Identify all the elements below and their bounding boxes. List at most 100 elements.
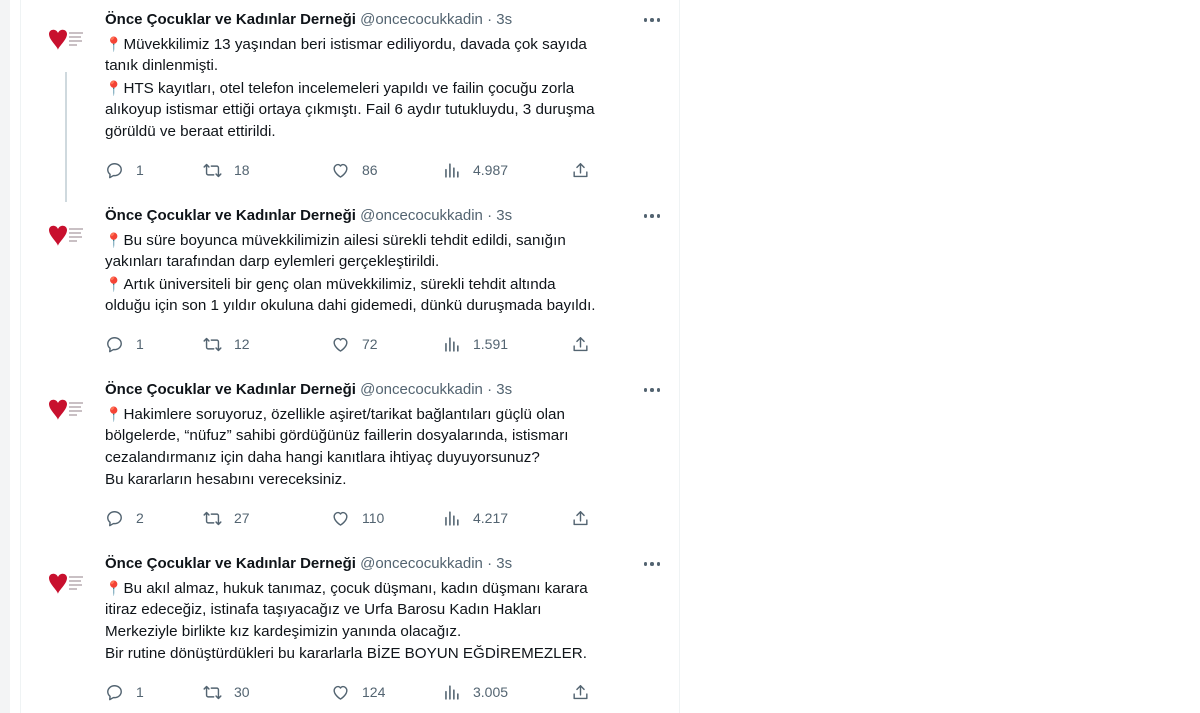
reply-button[interactable]: 1 (105, 334, 144, 354)
line-text: olduğu için son 1 yıldır okuluna dahi gi… (105, 297, 596, 314)
line-text: Bir rutine dönüştürdükleri bu kararlarla… (105, 645, 587, 662)
separator: · (487, 381, 493, 398)
author-name[interactable]: Önce Çocuklar ve Kadınlar Derneği (105, 381, 356, 398)
avatar[interactable] (43, 390, 87, 434)
avatar[interactable] (43, 216, 87, 260)
like-button[interactable]: 110 (331, 508, 384, 528)
author-name[interactable]: Önce Çocuklar ve Kadınlar Derneği (105, 207, 356, 224)
line-text: Bu kararların hesabını vereceksiniz. (105, 471, 347, 488)
views-icon (445, 162, 459, 178)
text-line: görüldü ve beraat ettirildi. (105, 121, 665, 143)
tweet-header: Önce Çocuklar ve Kadınlar Derneği @oncec… (105, 554, 665, 574)
timestamp[interactable]: 3s (496, 381, 512, 398)
reply-icon (107, 162, 122, 178)
reply-button[interactable]: 2 (105, 508, 144, 528)
retweet-icon (203, 163, 222, 177)
like-button[interactable]: 86 (331, 160, 378, 180)
views-icon (445, 684, 459, 700)
tweet[interactable]: Önce Çocuklar ve Kadınlar Derneği @oncec… (21, 10, 679, 202)
line-text: Bu akıl almaz, hukuk tanımaz, çocuk düşm… (123, 580, 588, 597)
tweet[interactable]: Önce Çocuklar ve Kadınlar Derneği @oncec… (21, 380, 679, 540)
text-line: cezalandırmanız için daha hangi kanıtlar… (105, 447, 665, 469)
reply-count: 1 (136, 162, 144, 178)
line-text: alıkoyup istismar ettiği ortaya çıkmıştı… (105, 101, 595, 118)
tweet-text: 📍Hakimlere soruyoruz, özellikle aşiret/t… (105, 403, 665, 491)
tweet-actions: 1 12 72 1.591 (105, 334, 588, 354)
retweet-icon (203, 337, 222, 351)
line-text: Artık üniversiteli bir genç olan müvekki… (123, 276, 556, 293)
heart-logo-icon (49, 399, 83, 420)
tweet-text: 📍Bu akıl almaz, hukuk tanımaz, çocuk düş… (105, 577, 665, 665)
like-count: 86 (362, 162, 378, 178)
line-text: Bu süre boyunca müvekkilimizin ailesi sü… (123, 232, 566, 249)
author-handle[interactable]: @oncecocukkadin (360, 207, 483, 224)
tweet[interactable]: Önce Çocuklar ve Kadınlar Derneği @oncec… (21, 554, 679, 713)
views-button[interactable]: 1.591 (442, 334, 508, 354)
text-line: Bu kararların hesabını vereceksiniz. (105, 469, 665, 491)
retweet-count: 27 (234, 510, 250, 526)
author-name[interactable]: Önce Çocuklar ve Kadınlar Derneği (105, 555, 356, 572)
retweet-button[interactable]: 27 (203, 508, 250, 528)
retweet-button[interactable]: 18 (203, 160, 250, 180)
author-name[interactable]: Önce Çocuklar ve Kadınlar Derneği (105, 11, 356, 28)
share-button[interactable] (571, 682, 590, 702)
tweet-actions: 1 18 86 4.987 (105, 160, 588, 180)
thread-connector (65, 72, 67, 202)
share-icon (573, 510, 588, 525)
more-icon[interactable] (641, 206, 663, 226)
text-line: olduğu için son 1 yıldır okuluna dahi gi… (105, 295, 665, 317)
retweet-button[interactable]: 12 (203, 334, 250, 354)
views-count: 4.217 (473, 510, 509, 526)
more-icon[interactable] (641, 380, 663, 400)
views-icon (445, 510, 459, 526)
timestamp[interactable]: 3s (496, 11, 512, 28)
reply-button[interactable]: 1 (105, 160, 144, 180)
separator: · (487, 207, 493, 224)
avatar[interactable] (43, 20, 87, 64)
reply-count: 1 (136, 684, 144, 700)
views-button[interactable]: 4.217 (442, 508, 508, 528)
views-count: 1.591 (473, 336, 509, 352)
like-button[interactable]: 124 (331, 682, 385, 702)
line-text: Müvekkilimiz 13 yaşından beri istismar e… (123, 36, 587, 53)
reply-count: 2 (136, 510, 144, 526)
tweet[interactable]: Önce Çocuklar ve Kadınlar Derneği @oncec… (21, 206, 679, 366)
text-line: 📍Artık üniversiteli bir genç olan müvekk… (105, 273, 665, 295)
pin-icon: 📍 (105, 406, 123, 422)
heart-icon (333, 337, 348, 352)
share-button[interactable] (571, 334, 590, 354)
heart-icon (333, 511, 348, 526)
retweet-icon (203, 511, 222, 525)
text-line: 📍Bu akıl almaz, hukuk tanımaz, çocuk düş… (105, 577, 665, 599)
share-icon (573, 684, 588, 699)
share-button[interactable] (571, 508, 590, 528)
line-text: bölgelerde, “nüfuz” sahibi gördüğünüz fa… (105, 427, 569, 444)
page-edge (0, 0, 10, 713)
author-handle[interactable]: @oncecocukkadin (360, 381, 483, 398)
views-count: 3.005 (473, 684, 509, 700)
views-count: 4.987 (473, 162, 509, 178)
retweet-button[interactable]: 30 (203, 682, 250, 702)
text-line: tanık dinlenmişti. (105, 55, 665, 77)
heart-logo-icon (49, 573, 83, 594)
more-icon[interactable] (641, 554, 663, 574)
thread-timeline: Önce Çocuklar ve Kadınlar Derneği @oncec… (20, 0, 680, 713)
heart-logo-icon (49, 29, 83, 50)
avatar[interactable] (43, 564, 87, 608)
views-button[interactable]: 4.987 (442, 160, 508, 180)
text-line: 📍Bu süre boyunca müvekkilimizin ailesi s… (105, 229, 665, 251)
reply-button[interactable]: 1 (105, 682, 144, 702)
timestamp[interactable]: 3s (496, 207, 512, 224)
reply-count: 1 (136, 336, 144, 352)
tweet-actions: 1 30 124 3.005 (105, 682, 588, 702)
share-button[interactable] (571, 160, 590, 180)
more-icon[interactable] (641, 10, 663, 30)
views-button[interactable]: 3.005 (442, 682, 508, 702)
views-icon (445, 336, 459, 352)
timestamp[interactable]: 3s (496, 555, 512, 572)
like-button[interactable]: 72 (331, 334, 378, 354)
line-text: cezalandırmanız için daha hangi kanıtlar… (105, 449, 540, 466)
author-handle[interactable]: @oncecocukkadin (360, 11, 483, 28)
author-handle[interactable]: @oncecocukkadin (360, 555, 483, 572)
tweet-actions: 2 27 110 4.217 (105, 508, 588, 528)
